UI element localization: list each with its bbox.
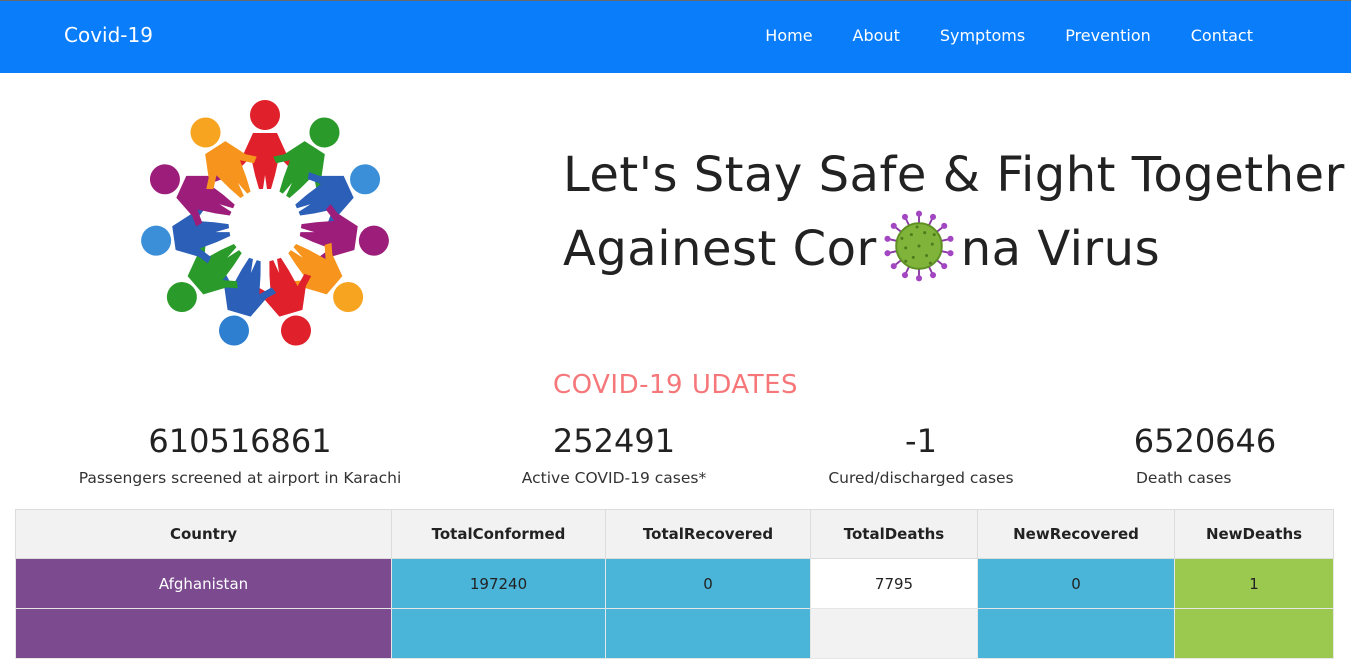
stat-value: 610516861	[148, 422, 332, 460]
nav-links: Home About Symptoms Prevention Contact	[725, 26, 1253, 45]
stat-label: Death cases	[1136, 469, 1232, 487]
table-row	[15, 608, 1334, 659]
cell-total-recovered	[605, 608, 811, 659]
cell-total-deaths	[810, 608, 978, 659]
covid-table: Country TotalConformed TotalRecovered To…	[15, 509, 1334, 659]
hero-line-1: Let's Stay Safe & Fight Together	[563, 147, 1345, 203]
brand-link[interactable]: Covid-19	[64, 23, 153, 47]
stat-label: Active COVID-19 cases*	[521, 469, 707, 487]
col-new-deaths: NewDeaths	[1174, 509, 1334, 559]
cell-new-deaths: 1	[1174, 558, 1334, 609]
stat-deaths: 6520646 Death cases	[1110, 420, 1300, 487]
col-country: Country	[15, 509, 392, 559]
hero-line-2-end: na Virus	[960, 221, 1161, 277]
stat-passengers: 610516861 Passengers screened at airport…	[70, 420, 410, 487]
col-total-conformed: TotalConformed	[391, 509, 606, 559]
stat-value: -1	[905, 422, 937, 460]
people-circle-logo	[141, 100, 389, 346]
cell-total-recovered: 0	[605, 558, 811, 609]
nav-symptoms[interactable]: Symptoms	[940, 26, 1025, 45]
col-total-recovered: TotalRecovered	[605, 509, 811, 559]
hero-title: Let's Stay Safe & Fight Together Againes…	[563, 138, 1345, 286]
cell-new-recovered: 0	[977, 558, 1175, 609]
updates-title: COVID-19 UDATES	[552, 370, 799, 400]
hero-line-2: Againest Cor na Virus	[563, 210, 1343, 286]
nav-about[interactable]: About	[853, 26, 900, 45]
stat-label: Cured/discharged cases	[828, 469, 1014, 487]
cell-new-deaths	[1174, 608, 1334, 659]
table-row: Afghanistan 197240 0 7795 0 1	[15, 558, 1334, 609]
col-new-recovered: NewRecovered	[977, 509, 1175, 559]
cell-country	[15, 608, 392, 659]
cell-new-recovered	[977, 608, 1175, 659]
hero-line-2-start: Againest Cor	[563, 221, 877, 277]
navbar: Covid-19 Home About Symptoms Prevention …	[0, 0, 1351, 73]
stat-active: 252491 Active COVID-19 cases*	[500, 420, 728, 487]
table-header-row: Country TotalConformed TotalRecovered To…	[15, 509, 1334, 559]
stat-label: Passengers screened at airport in Karach…	[78, 469, 402, 487]
cell-country: Afghanistan	[15, 558, 392, 609]
cell-total-conformed: 197240	[391, 558, 606, 609]
cell-total-conformed	[391, 608, 606, 659]
stat-value: 6520646	[1133, 422, 1277, 460]
stat-value: 252491	[552, 422, 676, 460]
coronavirus-icon	[884, 210, 954, 282]
col-total-deaths: TotalDeaths	[810, 509, 978, 559]
stat-cured: -1 Cured/discharged cases	[810, 420, 1032, 487]
nav-contact[interactable]: Contact	[1191, 26, 1253, 45]
cell-total-deaths: 7795	[810, 558, 978, 609]
nav-prevention[interactable]: Prevention	[1065, 26, 1151, 45]
nav-home[interactable]: Home	[765, 26, 812, 45]
